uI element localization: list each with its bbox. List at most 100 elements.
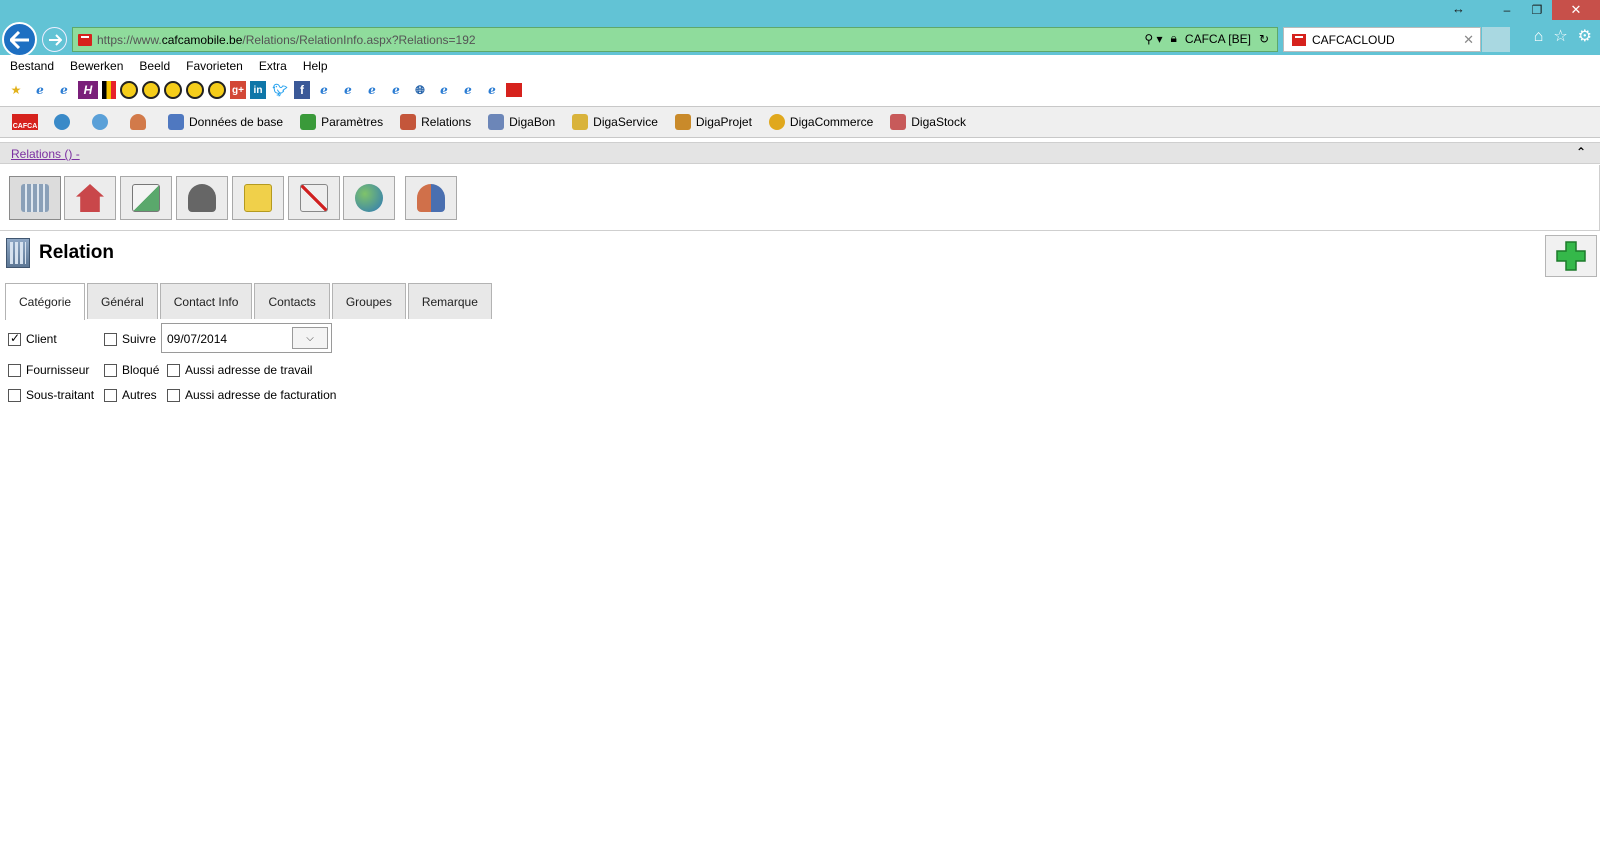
- toolbar-parametres[interactable]: Paramètres: [300, 114, 383, 130]
- favorites-bar: ★ e e H g+ in 🐦︎ f e e e e 🌐︎ e e e: [0, 78, 1600, 102]
- toolbar-digastock[interactable]: DigaStock: [890, 114, 966, 130]
- url-text: https://www.cafcamobile.be/Relations/Rel…: [97, 32, 476, 47]
- forward-button[interactable]: [42, 27, 67, 52]
- client-checkbox[interactable]: [8, 331, 21, 346]
- travail-row: Aussi adresse de travail: [167, 358, 312, 382]
- toolbar-digacommerce[interactable]: DigaCommerce: [768, 114, 873, 130]
- tab-categorie[interactable]: Catégorie: [5, 283, 86, 320]
- date-value: 09/07/2014: [167, 332, 228, 346]
- toolbar-digabon[interactable]: DigaBon: [488, 114, 555, 130]
- search-icon[interactable]: ⚲ ▾: [1144, 32, 1162, 46]
- toolbar-digaprojet[interactable]: DigaProjet: [674, 114, 752, 130]
- relations-breadcrumb-link[interactable]: Relations () -: [11, 147, 80, 161]
- close-window-icon[interactable]: ✕: [1552, 0, 1600, 20]
- tab-general[interactable]: Général: [87, 283, 158, 319]
- ie-icon[interactable]: e: [362, 81, 382, 99]
- star-icon[interactable]: ★: [6, 81, 26, 99]
- toolbar-digaservice[interactable]: DigaService: [572, 114, 658, 130]
- menu-beeld[interactable]: Beeld: [139, 59, 170, 73]
- folder-icon: [244, 184, 272, 212]
- document-cancel-button[interactable]: [288, 176, 340, 220]
- globe-icon[interactable]: 🌐︎: [410, 81, 430, 99]
- tab-contact-info[interactable]: Contact Info: [159, 283, 253, 319]
- users-icon: [417, 184, 445, 212]
- contact-person-button[interactable]: [176, 176, 228, 220]
- toolbar-donnees-de-base[interactable]: Données de base: [168, 114, 283, 130]
- ie-icon[interactable]: e: [434, 81, 454, 99]
- building-button[interactable]: [9, 176, 61, 220]
- browser-tab[interactable]: CAFCACLOUD ✕: [1283, 27, 1481, 52]
- minimize-icon[interactable]: –: [1492, 0, 1522, 20]
- chevron-down-icon[interactable]: ⌵: [292, 327, 328, 349]
- flag-icon[interactable]: [102, 81, 116, 99]
- bloque-label: Bloqué: [122, 363, 160, 377]
- building-icon: [6, 238, 30, 268]
- resize-icon[interactable]: ↔: [1452, 1, 1465, 16]
- cafca-icon[interactable]: [506, 83, 522, 97]
- tab-groupes[interactable]: Groupes: [331, 283, 406, 319]
- ie-icon[interactable]: e: [54, 81, 74, 99]
- google-plus-icon[interactable]: g+: [230, 81, 246, 99]
- building-icon: [21, 184, 49, 212]
- menu-extra[interactable]: Extra: [259, 59, 287, 73]
- linkedin-icon[interactable]: in: [250, 81, 266, 99]
- back-button[interactable]: [2, 22, 37, 57]
- users-button[interactable]: [405, 176, 457, 220]
- toolbar-user-icon[interactable]: [130, 114, 151, 130]
- travail-label: Aussi adresse de travail: [185, 363, 313, 377]
- toolbar-sync-icon[interactable]: [92, 114, 113, 130]
- refresh-icon[interactable]: ↻: [1259, 32, 1269, 46]
- ie-icon[interactable]: e: [338, 81, 358, 99]
- ie-icon[interactable]: e: [386, 81, 406, 99]
- menu-bestand[interactable]: Bestand: [10, 59, 54, 73]
- suivre-checkbox[interactable]: [104, 332, 117, 346]
- tab-remarque[interactable]: Remarque: [407, 283, 492, 319]
- settings-gear-icon[interactable]: ⚙: [1578, 28, 1592, 46]
- yellow-icon[interactable]: [186, 81, 204, 99]
- bloque-checkbox[interactable]: [104, 363, 117, 377]
- cafca-logo[interactable]: CAFCA: [12, 114, 38, 130]
- mail-button[interactable]: [120, 176, 172, 220]
- relation-icon-strip: [0, 165, 1600, 231]
- chevron-up-icon[interactable]: ⌃: [1576, 145, 1586, 159]
- yellow-icon[interactable]: [208, 81, 226, 99]
- menu-favorieten[interactable]: Favorieten: [186, 59, 243, 73]
- tab-contacts[interactable]: Contacts: [254, 283, 330, 319]
- travail-checkbox[interactable]: [167, 363, 180, 377]
- toolbar-relations[interactable]: Relations: [400, 114, 471, 130]
- twitter-icon[interactable]: 🐦︎: [270, 81, 290, 99]
- house-button[interactable]: [64, 176, 116, 220]
- sous-traitant-row: Sous-traitant: [8, 383, 94, 407]
- tab-favicon-icon: [1292, 33, 1306, 46]
- favorites-star-icon[interactable]: ☆: [1553, 28, 1567, 46]
- new-tab-button[interactable]: [1482, 27, 1510, 52]
- project-icon: [674, 114, 691, 130]
- restore-icon[interactable]: ❐: [1522, 0, 1552, 20]
- close-tab-icon[interactable]: ✕: [1463, 32, 1474, 48]
- autres-checkbox[interactable]: [104, 388, 117, 402]
- date-picker[interactable]: 09/07/2014 ⌵: [161, 323, 332, 353]
- ie-icon[interactable]: e: [30, 81, 50, 99]
- coin-icon: [768, 114, 785, 130]
- yellow-icon[interactable]: [120, 81, 138, 99]
- fournisseur-checkbox[interactable]: [8, 363, 21, 377]
- globe-button[interactable]: [343, 176, 395, 220]
- add-relation-button[interactable]: [1545, 235, 1597, 277]
- h-icon[interactable]: H: [78, 81, 98, 99]
- ie-icon[interactable]: e: [482, 81, 502, 99]
- menu-bewerken[interactable]: Bewerken: [70, 59, 123, 73]
- address-bar[interactable]: https://www.cafcamobile.be/Relations/Rel…: [72, 27, 1278, 52]
- document-cancel-icon: [300, 184, 328, 212]
- home-icon[interactable]: ⌂: [1534, 28, 1544, 46]
- folder-button[interactable]: [232, 176, 284, 220]
- facturation-checkbox[interactable]: [167, 388, 180, 402]
- site-identity[interactable]: CAFCA [BE]: [1185, 32, 1251, 46]
- yellow-icon[interactable]: [142, 81, 160, 99]
- ie-icon[interactable]: e: [458, 81, 478, 99]
- facebook-icon[interactable]: f: [294, 81, 310, 99]
- sous-traitant-checkbox[interactable]: [8, 388, 21, 402]
- toolbar-globe-icon[interactable]: [54, 114, 75, 130]
- menu-help[interactable]: Help: [303, 59, 328, 73]
- yellow-icon[interactable]: [164, 81, 182, 99]
- ie-icon[interactable]: e: [314, 81, 334, 99]
